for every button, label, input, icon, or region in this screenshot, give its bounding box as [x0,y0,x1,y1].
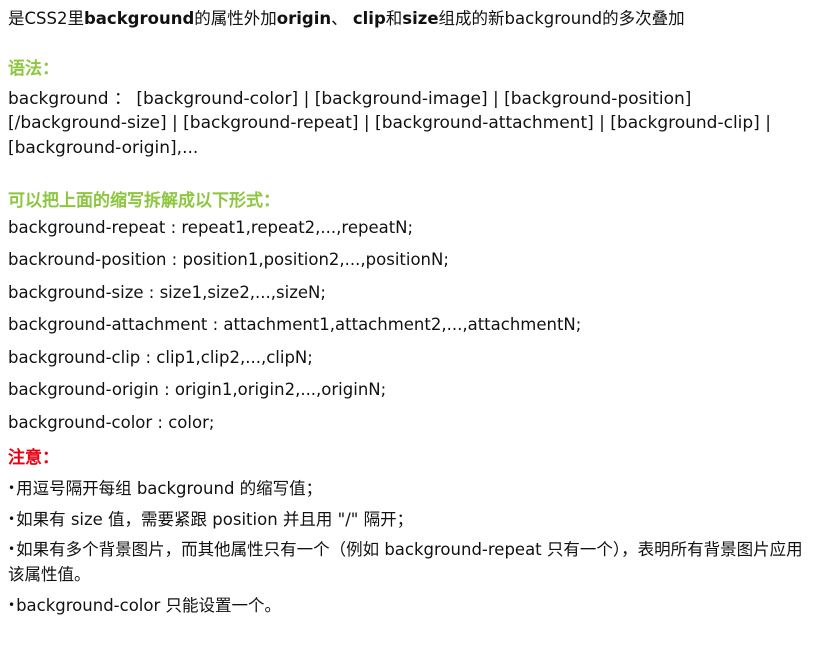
property-list-item: background-repeat : repeat1,repeat2,...,… [8,217,414,237]
syntax-section-heading: 语法： [8,58,59,79]
intro-bold-origin: origin [276,9,332,28]
expanded-section-heading: 可以把上面的缩写拆解成以下形式： [8,190,280,211]
intro-bold-background: background [83,9,195,28]
property-list: background-repeat : repeat1,repeat2,...,… [8,217,830,432]
intro-text-run: 、 [331,9,353,28]
property-list-item: backround-position : position1,position2… [8,250,449,270]
note-list-item: 用逗号隔开每组 background 的缩写值； [8,477,808,502]
notes-section-heading: 注意： [8,448,59,469]
document-page: 是CSS2里background的属性外加origin、 clip和size组成… [0,0,840,666]
syntax-definition-text: background ： [background-color] | [backg… [8,89,771,158]
property-list-item: background-clip : clip1,clip2,...,clipN; [8,347,313,367]
intro-text-run: 是CSS2里 [8,9,84,28]
note-list-item: background-color 只能设置一个。 [8,594,808,619]
note-list-item: 如果有多个背景图片，而其他属性只有一个（例如 background-repeat… [8,538,808,588]
intro-text-run: 的属性外加 [194,9,277,28]
intro-text-run: 组成的新background的多次叠加 [438,9,685,28]
property-list-item: background-attachment : attachment1,atta… [8,315,582,335]
intro-text-run: 和 [385,9,403,28]
intro-bold-size: size [402,9,439,28]
note-list-item: 如果有 size 值，需要紧跟 position 并且用 "/" 隔开； [8,508,808,533]
intro-paragraph: 是CSS2里background的属性外加origin、 clip和size组成… [8,6,830,32]
intro-bold-clip: clip [352,9,386,28]
notes-list: 用逗号隔开每组 background 的缩写值； 如果有 size 值，需要紧跟… [8,477,830,619]
property-list-item: background-color : color; [8,412,215,432]
property-list-item: background-origin : origin1,origin2,...,… [8,380,387,400]
syntax-section: 语法： background ： [background-color] | [b… [8,58,830,160]
property-list-item: background-size : size1,size2,...,sizeN; [8,282,326,302]
expanded-properties-section: 可以把上面的缩写拆解成以下形式： background-repeat : rep… [8,190,830,431]
notes-section: 注意： 用逗号隔开每组 background 的缩写值； 如果有 size 值，… [8,447,830,619]
